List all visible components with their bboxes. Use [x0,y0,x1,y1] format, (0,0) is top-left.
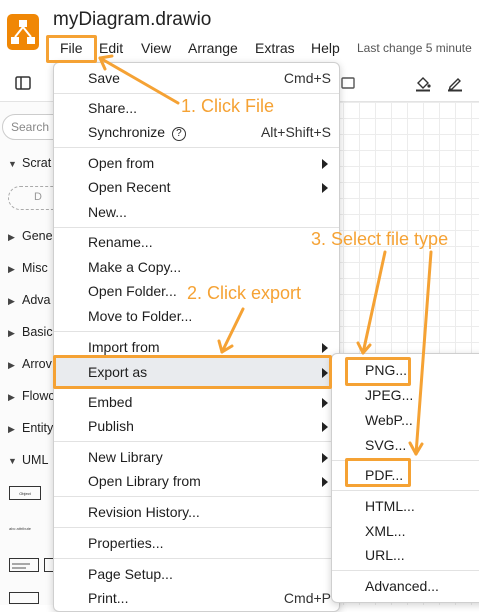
submenu-divider [332,490,479,491]
line-color-icon[interactable] [446,74,464,97]
menu-divider [54,441,339,442]
export-svg[interactable]: SVG... [332,435,479,457]
drawio-logo-icon[interactable] [7,14,39,50]
annotation-box-pdf [345,458,411,487]
caret-right-icon: ▶ [8,232,15,242]
submenu-arrow-icon [322,477,328,487]
uml-attribute-shape[interactable]: abc attribute [9,526,31,531]
file-menu: Save Cmd+S Share... Synchronize ? Alt+Shi… [53,62,340,612]
export-webp[interactable]: WebP... [332,410,479,432]
caret-right-icon: ▶ [8,264,15,274]
annotation-step-3: 3. Select file type [311,229,449,249]
export-xml[interactable]: XML... [332,521,479,543]
sidebar-section-basic[interactable]: ▶ Basic [8,325,53,339]
menu-divider [54,227,339,228]
export-url[interactable]: URL... [332,545,479,567]
menu-item-open-recent[interactable]: Open Recent [54,176,339,200]
submenu-arrow-icon [322,159,328,169]
sidebar-section-advanced[interactable]: ▶ Adva [8,293,51,307]
menu-item-rename[interactable]: Rename... [54,231,339,255]
submenu-arrow-icon [322,343,328,353]
submenu-arrow-icon [322,398,328,408]
menu-divider [54,558,339,559]
export-html[interactable]: HTML... [332,496,479,518]
menu-item-page-setup[interactable]: Page Setup... [54,563,339,587]
menu-item-print[interactable]: Print... Cmd+P [54,587,339,611]
uml-class-shape[interactable] [9,558,39,572]
caret-right-icon: ▶ [8,296,15,306]
uml-component-shape[interactable] [9,592,39,604]
menu-item-embed[interactable]: Embed [54,391,339,415]
submenu-divider [332,570,479,571]
menu-edit[interactable]: Edit [99,40,123,56]
export-advanced[interactable]: Advanced... [332,576,479,598]
caret-right-icon: ▶ [8,424,15,434]
menu-item-new[interactable]: New... [54,201,339,225]
menu-item-revision-history[interactable]: Revision History... [54,501,339,525]
menu-item-move-to-folder[interactable]: Move to Folder... [54,305,339,329]
caret-right-icon: ▶ [8,392,15,402]
menu-item-publish[interactable]: Publish [54,415,339,439]
menu-item-new-library[interactable]: New Library [54,446,339,470]
caret-right-icon: ▶ [8,328,15,338]
annotation-box-png [345,357,411,386]
shape-search-input[interactable]: Search [2,114,55,140]
annotation-step-1: 1. Click File [181,96,275,116]
menu-divider [54,331,339,332]
annotation-step-2: 2. Click export [187,283,302,303]
menu-divider [54,147,339,148]
menu-item-open-library-from[interactable]: Open Library from [54,470,339,494]
sidebar-section-arrows[interactable]: ▶ Arrov [8,357,52,371]
menu-divider [54,93,339,94]
uml-object-shape[interactable]: Object [9,486,41,500]
scratchpad-drop-button[interactable]: D [8,186,55,210]
menu-extras[interactable]: Extras [255,40,295,56]
submenu-arrow-icon [322,422,328,432]
rectangle-icon[interactable] [340,74,356,97]
sidebar-section-flowchart[interactable]: ▶ Flowc [8,389,55,403]
menu-divider [54,527,339,528]
menu-item-open-from[interactable]: Open from [54,152,339,176]
sidebar-section-entity[interactable]: ▶ Entity [8,421,53,435]
help-icon[interactable]: ? [171,127,186,141]
menu-view[interactable]: View [141,40,171,56]
sidebar-section-scratchpad[interactable]: ▼ Scrat [8,156,51,170]
fill-color-icon[interactable] [414,74,432,97]
menu-item-make-copy[interactable]: Make a Copy... [54,256,339,280]
document-title[interactable]: myDiagram.drawio [53,9,211,31]
submenu-arrow-icon [322,183,328,193]
menu-item-synchronize[interactable]: Synchronize ? Alt+Shift+S [54,121,339,145]
sidebar-section-misc[interactable]: ▶ Misc [8,261,48,275]
submenu-arrow-icon [322,453,328,463]
menu-divider [54,496,339,497]
sidebar-toggle-icon[interactable] [14,74,32,97]
annotation-box-export-as [53,355,332,389]
export-jpeg[interactable]: JPEG... [332,385,479,407]
caret-down-icon: ▼ [8,159,17,169]
sidebar-section-general[interactable]: ▶ Gene [8,229,53,243]
sidebar-section-uml[interactable]: ▼ UML [8,453,48,467]
last-change-status[interactable]: Last change 5 minute [357,41,472,55]
shapes-sidebar: Search ▼ Scrat D ▶ Gene ▶ Misc ▶ Adva ▶ Basic… [0,102,55,605]
caret-down-icon: ▼ [8,456,17,466]
menu-item-save[interactable]: Save Cmd+S [54,67,339,91]
menu-arrange[interactable]: Arrange [188,40,238,56]
annotation-box-file [46,35,97,63]
menu-help[interactable]: Help [311,40,340,56]
caret-right-icon: ▶ [8,360,15,370]
menu-item-properties[interactable]: Properties... [54,532,339,556]
